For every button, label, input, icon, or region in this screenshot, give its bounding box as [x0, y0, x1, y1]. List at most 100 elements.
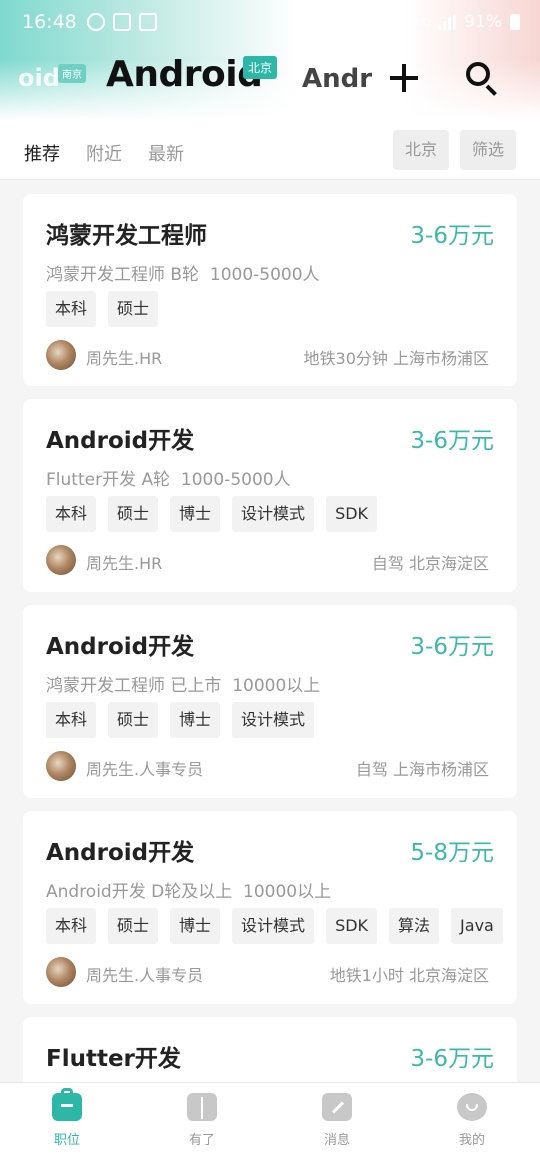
message-icon [322, 1093, 352, 1121]
company-stage: A轮 [141, 470, 171, 490]
title-bar: oid 南京 Android 北京 Andr [0, 44, 540, 116]
profile-smile [466, 1104, 478, 1111]
job-tag: 本科 [46, 702, 97, 738]
job-title: Android开发 [46, 428, 195, 454]
briefcase-icon [52, 1088, 82, 1121]
briefcase-slot [61, 1104, 73, 1107]
job-tag: 博士 [170, 908, 221, 944]
job-tags: 本科 硕士 博士 设计模式 SDK 算法 Java [46, 908, 503, 944]
tab-nearby[interactable]: 附近 [86, 140, 122, 166]
job-tag: 硕士 [108, 702, 159, 738]
wifi-hd-label: HD [365, 16, 382, 28]
nav-label: 我的 [458, 1133, 485, 1148]
nav-profile[interactable]: 我的 [432, 1093, 512, 1148]
avatar [46, 751, 76, 781]
job-card[interactable]: Android开发 3-6万元 鸿蒙开发工程师 已上市 10000以上 本科 硕… [23, 605, 517, 798]
job-salary: 3-6万元 [410, 634, 494, 660]
signal-icon [389, 14, 408, 30]
avatar [46, 957, 76, 987]
job-card[interactable]: Flutter开发 3-6万元 [23, 1017, 517, 1082]
status-bar: 16:48 HD ND 91% [0, 0, 540, 44]
search-icon[interactable] [462, 58, 502, 98]
job-list: 鸿蒙开发工程师 3-6万元 鸿蒙开发工程师 B轮 1000-5000人 本科 硕… [0, 180, 540, 1082]
job-tag: 设计模式 [232, 496, 315, 532]
tab-latest[interactable]: 最新 [148, 140, 184, 166]
job-title: Android开发 [46, 634, 195, 660]
job-tag: SDK [326, 908, 378, 944]
company-size: 10000以上 [243, 882, 332, 902]
job-title: 鸿蒙开发工程师 [46, 223, 207, 249]
nav-messages[interactable]: 消息 [297, 1093, 377, 1148]
status-time: 16:48 [22, 11, 77, 33]
search-lens [466, 62, 490, 86]
job-location: 自驾 上海市杨浦区 [355, 760, 489, 779]
book-icon [187, 1093, 217, 1121]
status-right: HD ND 91% [321, 12, 520, 32]
briefcase-handle [61, 1088, 73, 1096]
city-badge: 北京 [243, 56, 278, 79]
job-tag: 算法 [389, 908, 440, 944]
job-title: Flutter开发 [46, 1046, 181, 1072]
profile-icon [457, 1093, 487, 1121]
company-size: 10000以上 [232, 676, 321, 696]
prev-page-title[interactable]: oid [18, 64, 60, 92]
gallery-icon [138, 13, 157, 31]
job-tag: 硕士 [108, 908, 159, 944]
job-tag: 设计模式 [232, 908, 315, 944]
next-page-title[interactable]: Andr [302, 64, 372, 94]
nd-label: ND [415, 16, 431, 28]
job-tag: 博士 [170, 702, 221, 738]
status-notification-icons [86, 13, 157, 31]
search-handle [485, 84, 497, 96]
job-tag: 硕士 [108, 291, 159, 327]
nav-youle[interactable]: 有了 [162, 1093, 242, 1148]
battery-icon [510, 14, 520, 30]
job-card[interactable]: Android开发 5-8万元 Android开发 D轮及以上 10000以上 … [23, 811, 517, 1004]
company-stage: B轮 [170, 265, 200, 285]
job-tags: 本科 硕士 [46, 291, 159, 327]
add-button[interactable] [384, 58, 424, 98]
job-location: 地铁30分钟 上海市杨浦区 [303, 349, 489, 368]
filter-bar: 推荐 附近 最新 北京 筛选 [0, 120, 540, 180]
job-location: 自驾 北京海淀区 [371, 554, 489, 573]
job-salary: 3-6万元 [410, 223, 494, 249]
company-stage: 已上市 [170, 676, 222, 696]
company-info: Flutter开发 A轮 1000-5000人 [46, 465, 291, 490]
page-title: Android [106, 54, 263, 95]
message-pen [331, 1101, 345, 1114]
avatar [46, 340, 76, 370]
job-card[interactable]: Android开发 3-6万元 Flutter开发 A轮 1000-5000人 … [23, 399, 517, 592]
bottom-navigation: 职位 有了 消息 我的 [0, 1082, 540, 1158]
nav-label: 有了 [188, 1133, 215, 1148]
job-tag: 硕士 [108, 496, 159, 532]
battery-saver-icon [321, 14, 334, 30]
recruiter-name: 周先生.HR [86, 349, 163, 368]
recruiter-name: 周先生.HR [86, 554, 163, 573]
tab-recommend[interactable]: 推荐 [24, 140, 60, 166]
city-filter-button[interactable]: 北京 [393, 130, 450, 170]
nav-jobs[interactable]: 职位 [27, 1088, 107, 1148]
company-stage: D轮及以上 [151, 882, 233, 902]
battery-percent: 91% [464, 12, 502, 32]
nav-label: 消息 [323, 1133, 350, 1148]
job-tags: 本科 硕士 博士 设计模式 SDK [46, 496, 378, 532]
avatar [46, 545, 76, 575]
company-name: Android开发 [46, 882, 146, 902]
job-tag: 设计模式 [232, 702, 315, 738]
job-tag: 本科 [46, 291, 97, 327]
company-info: 鸿蒙开发工程师 已上市 10000以上 [46, 671, 320, 696]
job-salary: 3-6万元 [410, 1046, 494, 1072]
job-location: 地铁1小时 北京海淀区 [329, 966, 489, 985]
notification-icon [86, 13, 105, 31]
book-spine [201, 1097, 203, 1119]
filter-button[interactable]: 筛选 [460, 130, 517, 170]
job-tag: Java [451, 908, 503, 944]
job-tag: SDK [326, 496, 378, 532]
alarm-icon [341, 14, 358, 30]
job-title: Android开发 [46, 840, 195, 866]
company-name: 鸿蒙开发工程师 [46, 676, 165, 696]
job-salary: 5-8万元 [410, 840, 494, 866]
job-card[interactable]: 鸿蒙开发工程师 3-6万元 鸿蒙开发工程师 B轮 1000-5000人 本科 硕… [23, 194, 517, 386]
company-name: Flutter开发 [46, 470, 137, 490]
job-salary: 3-6万元 [410, 428, 494, 454]
